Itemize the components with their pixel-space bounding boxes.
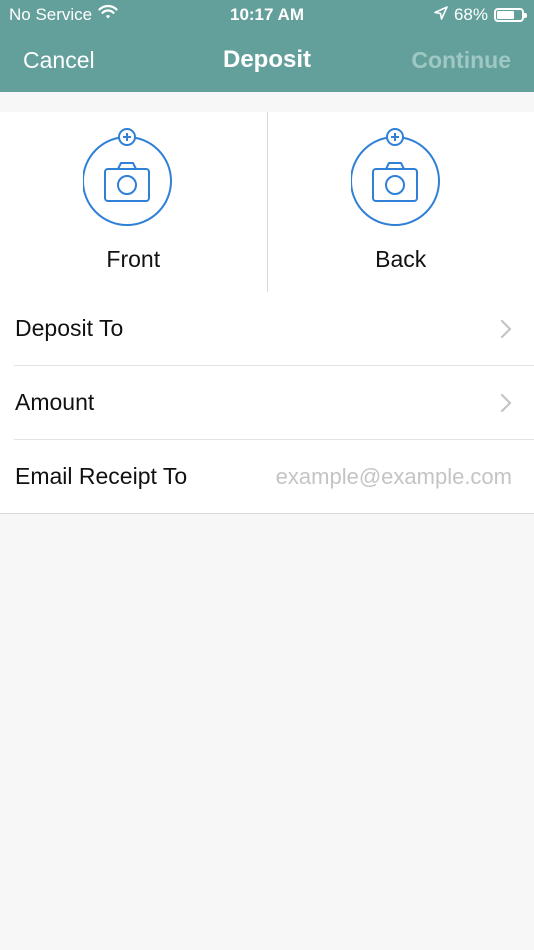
amount-label: Amount: [15, 389, 95, 415]
chevron-right-icon: [500, 319, 512, 339]
front-label: Front: [106, 246, 161, 272]
capture-front-button[interactable]: Front: [0, 112, 268, 292]
navigation-bar: Cancel Deposit Continue: [0, 30, 534, 92]
app-header: No Service 10:17 AM 68% Cancel Deposit C…: [0, 0, 534, 92]
status-right: 68%: [434, 5, 527, 25]
email-receipt-label: Email Receipt To: [15, 463, 188, 489]
back-label: Back: [375, 246, 427, 272]
email-receipt-input[interactable]: [220, 456, 514, 498]
deposit-form: Deposit To Amount Email Receipt To: [0, 292, 534, 514]
battery-icon: [494, 8, 527, 22]
camera-add-icon: [83, 128, 173, 226]
location-arrow-icon: [434, 5, 448, 25]
check-capture-panel: Front Back: [0, 112, 534, 293]
amount-row[interactable]: Amount: [14, 366, 534, 440]
battery-percent: 68%: [453, 5, 488, 24]
capture-back-button[interactable]: Back: [268, 112, 534, 292]
status-bar: No Service 10:17 AM 68%: [0, 0, 534, 30]
chevron-right-icon: [500, 393, 512, 413]
email-receipt-row: Email Receipt To: [14, 440, 534, 513]
camera-add-icon: [350, 128, 440, 226]
deposit-to-row[interactable]: Deposit To: [14, 292, 534, 366]
continue-button[interactable]: Continue: [411, 47, 511, 74]
deposit-to-label: Deposit To: [15, 315, 124, 341]
